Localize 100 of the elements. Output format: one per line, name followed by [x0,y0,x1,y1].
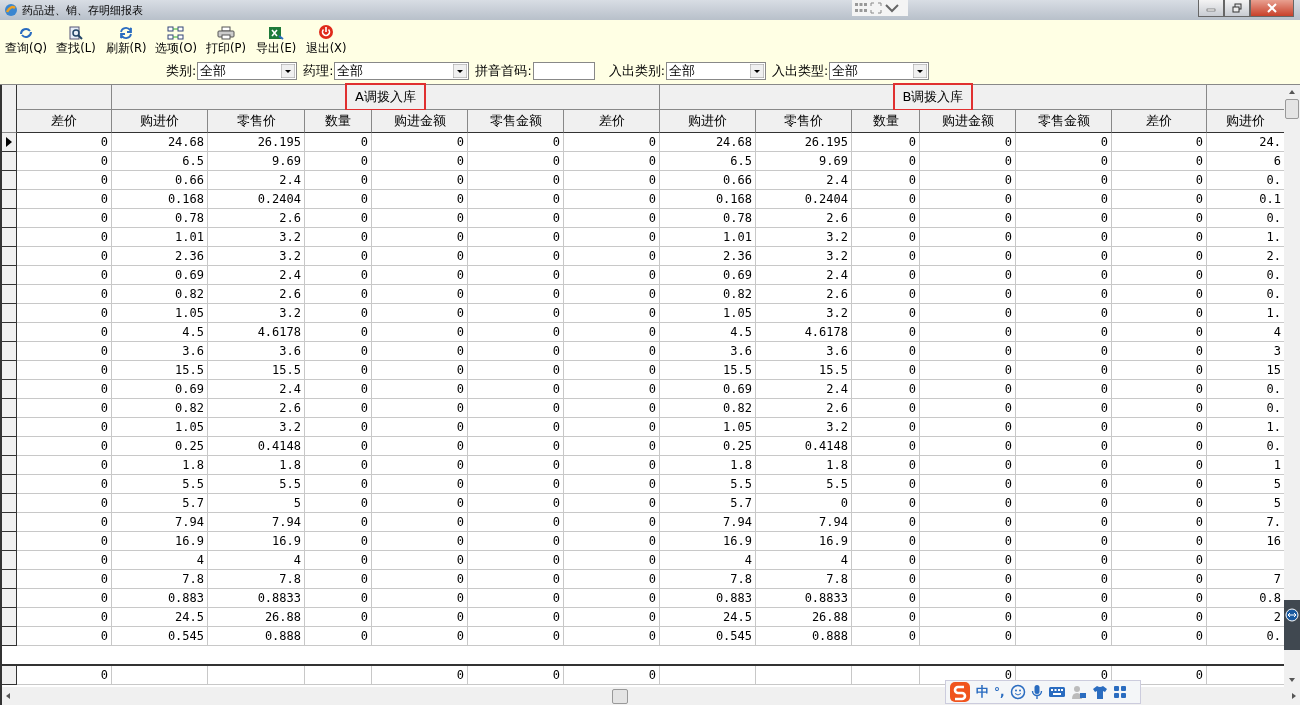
punctuation-toggle[interactable]: °, [994,685,1005,699]
apps-icon[interactable] [1112,685,1127,699]
column-header[interactable]: 差价 [17,110,112,133]
row-selector[interactable] [2,361,17,380]
toolbar-button[interactable]: 导出(E) [254,26,299,58]
input-mode-toggle[interactable]: 中 [976,683,989,701]
row-selector[interactable] [2,171,17,190]
table-cell: 0 [1016,228,1112,247]
row-selector[interactable] [2,418,17,437]
column-header[interactable]: 购进价 [660,110,756,133]
table-cell: 0.883 [660,589,756,608]
row-selector[interactable] [2,266,17,285]
row-selector[interactable] [2,380,17,399]
row-selector[interactable] [2,437,17,456]
row-selector[interactable] [2,133,17,152]
column-header[interactable]: 零售金额 [468,110,564,133]
row-selector[interactable] [2,190,17,209]
toolbar-button[interactable]: 查找(L) [54,26,99,58]
smiley-icon[interactable] [1009,684,1026,700]
filter-dropdown[interactable]: 全部 [197,62,298,80]
row-selector[interactable] [2,285,17,304]
row-selector[interactable] [2,304,17,323]
filter-dropdown[interactable]: 全部 [829,62,930,80]
scroll-thumb[interactable] [1285,99,1299,119]
scroll-thumb[interactable] [612,689,628,704]
vertical-scrollbar[interactable] [1284,85,1300,687]
shirt-icon[interactable] [1091,684,1108,700]
row-selector[interactable] [2,152,17,171]
row-selector[interactable] [2,456,17,475]
table-cell: 0 [17,361,112,380]
table-cell: 0 [852,494,920,513]
table-cell: 1.05 [112,304,208,323]
chevron-down-icon[interactable] [884,2,900,14]
dropdown-arrow-icon[interactable] [453,64,468,78]
row-selector[interactable] [2,247,17,266]
row-selector[interactable] [2,570,17,589]
toolbar-button[interactable]: 选项(O) [154,26,199,58]
microphone-icon[interactable] [1030,684,1043,700]
toolbar-button[interactable]: 退出(X) [304,24,349,58]
table-cell: 0 [17,304,112,323]
table-cell: 0 [1016,152,1112,171]
table-cell: 0 [1016,247,1112,266]
table-cell: 0 [852,627,920,646]
row-selector[interactable] [2,342,17,361]
row-selector[interactable] [2,589,17,608]
row-selector[interactable] [2,627,17,646]
column-header[interactable]: 购进金额 [920,110,1016,133]
row-selector[interactable] [2,494,17,513]
table-cell: 0 [920,380,1016,399]
toolbar-button[interactable]: 查询(Q) [4,26,49,58]
table-cell: 0 [305,190,372,209]
person-icon[interactable] [1070,684,1087,700]
table-cell: 24.5 [112,608,208,627]
table-cell: 0 [1112,532,1207,551]
table-cell: 0.69 [112,380,208,399]
row-selector[interactable] [2,666,17,685]
filter-dropdown[interactable]: 全部 [334,62,470,80]
row-selector[interactable] [2,323,17,342]
row-selector[interactable] [2,551,17,570]
row-selector[interactable] [2,532,17,551]
table-cell: 0 [372,437,468,456]
filter-dropdown[interactable]: 全部 [665,62,766,80]
row-selector[interactable] [2,513,17,532]
table-cell: 0 [305,380,372,399]
column-header[interactable]: 购进价 [112,110,208,133]
column-header[interactable]: 差价 [564,110,660,133]
keyboard-icon[interactable] [1047,685,1066,699]
row-selector[interactable] [2,475,17,494]
column-header[interactable]: 购进金额 [372,110,468,133]
filter-input[interactable] [532,62,595,80]
column-header[interactable]: 差价 [1112,110,1207,133]
table-cell: 0 [372,589,468,608]
close-button[interactable] [1250,0,1294,17]
table-cell: 0 [468,551,564,570]
row-selector[interactable] [2,399,17,418]
column-header[interactable]: 购进价 [1207,110,1285,133]
dropdown-arrow-icon[interactable] [913,64,928,78]
dropdown-arrow-icon[interactable] [281,64,296,78]
column-header[interactable]: 零售金额 [1016,110,1112,133]
toolbar-button[interactable]: 刷新(R) [104,26,149,58]
row-selector[interactable] [2,228,17,247]
table-cell: 0 [920,418,1016,437]
row-selector[interactable] [2,608,17,627]
table-cell: 26.195 [208,133,305,152]
row-selector[interactable] [2,209,17,228]
column-header[interactable]: 数量 [305,110,372,133]
column-header[interactable]: 零售价 [208,110,305,133]
side-tab[interactable] [1284,600,1300,650]
table-cell: 0 [468,342,564,361]
table-cell: 2.4 [208,380,305,399]
column-header[interactable]: 数量 [852,110,920,133]
toolbar-button[interactable]: 打印(P) [204,26,249,58]
restore-button[interactable] [1224,0,1250,17]
dropdown-arrow-icon[interactable] [749,64,764,78]
table-cell: 0 [305,361,372,380]
table-cell: 0 [468,228,564,247]
column-header[interactable]: 零售价 [756,110,852,133]
ime-logo-icon[interactable] [949,681,971,703]
minimize-button[interactable] [1198,0,1224,17]
grid-icon[interactable] [854,2,868,14]
